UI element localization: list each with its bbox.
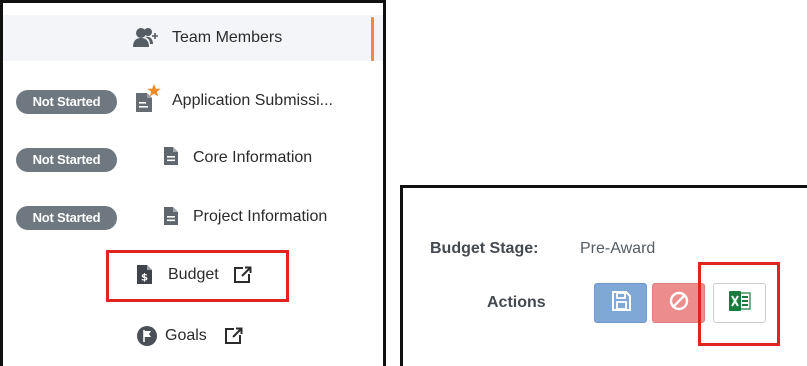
nav-item-label: Team Members [172,29,283,46]
nav-item-team-members[interactable]: Team Members [3,15,383,61]
budget-stage-label: Budget Stage: [430,240,539,257]
excel-highlight-box [698,262,780,346]
status-badge: Not Started [16,90,117,114]
budget-stage-value: Pre-Award [580,240,656,257]
nav-item-label: Goals [165,327,207,344]
document-icon [164,207,178,230]
save-icon [611,290,631,316]
external-link-icon[interactable] [225,327,243,350]
nav-item-application-submission[interactable]: Not Started Application Submissi... [3,77,383,123]
ban-icon [669,291,689,316]
nav-item-label: Core Information [193,149,313,166]
nav-item-goals[interactable]: Goals [3,313,383,359]
nav-item-core-information[interactable]: Not Started Core Information [3,135,383,181]
document-icon [164,147,178,170]
active-indicator [371,17,374,61]
actions-label: Actions [487,294,546,311]
budget-highlight-box [106,250,289,302]
save-button[interactable] [594,283,647,323]
application-star-icon [134,84,162,119]
goals-flag-icon [136,325,158,352]
status-badge: Not Started [16,206,117,230]
nav-item-project-information[interactable]: Not Started Project Information [3,193,383,239]
nav-item-label: Application Submissi... [172,92,333,109]
section-navigation-panel: Team Members Not Started Application Sub… [0,0,386,366]
nav-item-label: Project Information [193,208,328,225]
status-badge: Not Started [16,148,117,172]
team-members-icon [133,27,161,54]
